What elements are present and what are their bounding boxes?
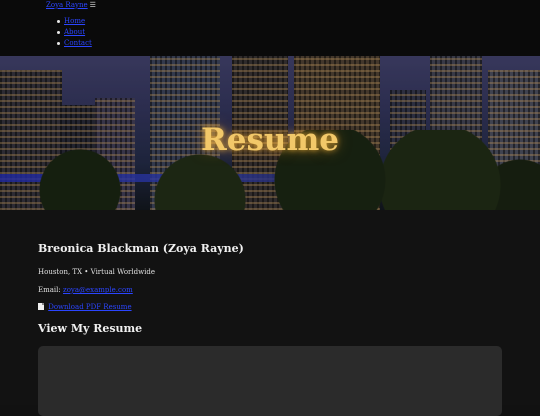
download-line: Download PDF Resume (38, 303, 132, 311)
email-line: Email: zoya@example.com (38, 286, 133, 294)
nav-item: About (46, 27, 92, 38)
email-label: Email: (38, 286, 61, 294)
download-resume-link[interactable]: Download PDF Resume (48, 303, 131, 311)
section-heading: View My Resume (38, 322, 143, 335)
nav-link-home[interactable]: Home (64, 17, 85, 25)
hamburger-icon[interactable]: ☰ (90, 1, 96, 9)
nav-link-contact[interactable]: Contact (64, 39, 92, 47)
page-title: Resume (200, 122, 339, 158)
resume-viewer[interactable] (38, 346, 502, 416)
email-link[interactable]: zoya@example.com (63, 286, 133, 294)
document-icon (38, 303, 44, 310)
site-name-link[interactable]: Zoya Rayne (46, 1, 88, 9)
menu-toggle[interactable]: Zoya Rayne ☰ (46, 1, 96, 10)
top-navigation: Zoya Rayne ☰ Home About Contact (0, 0, 540, 56)
main-content: Breonica Blackman (Zoya Rayne) Houston, … (0, 210, 540, 416)
hero-banner: Resume (0, 56, 540, 210)
profile-location: Houston, TX • Virtual Worldwide (38, 268, 155, 276)
nav-item: Home (46, 16, 92, 27)
nav-item: Contact (46, 38, 92, 49)
nav-link-about[interactable]: About (64, 28, 85, 36)
profile-name: Breonica Blackman (Zoya Rayne) (38, 242, 244, 255)
nav-menu: Home About Contact (46, 16, 92, 49)
